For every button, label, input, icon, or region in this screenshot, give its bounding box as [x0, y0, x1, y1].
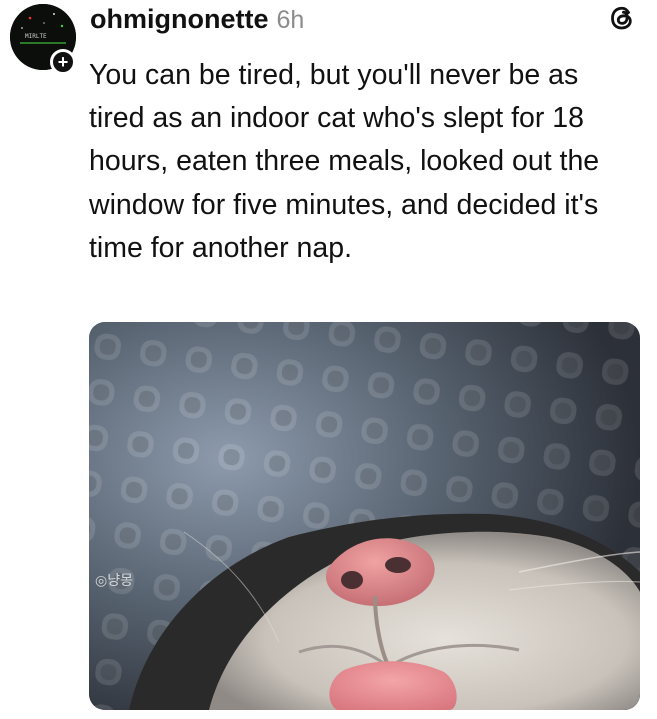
plus-icon: + — [57, 52, 69, 72]
follow-button[interactable]: + — [50, 49, 76, 75]
avatar-text: MIRLTE — [25, 33, 47, 40]
timestamp: 6h — [276, 6, 305, 34]
post-text: You can be tired, but you'll never be as… — [89, 59, 600, 264]
post-header: ohmignonette 6h — [90, 4, 304, 38]
image-watermark: ◎냥몽 — [95, 572, 133, 588]
threads-icon[interactable] — [607, 3, 637, 33]
post-image[interactable]: ◎냥몽 — [89, 322, 640, 710]
cat-photo — [89, 322, 640, 710]
username[interactable]: ohmignonette — [90, 4, 268, 35]
